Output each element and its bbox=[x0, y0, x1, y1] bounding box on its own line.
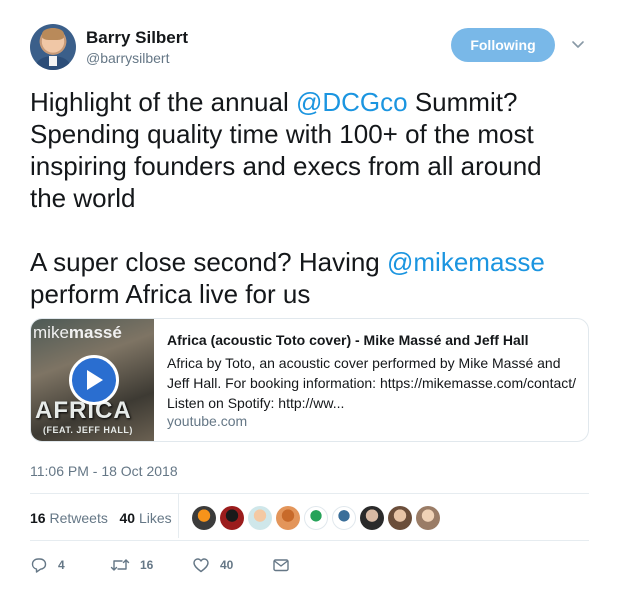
divider-bottom bbox=[30, 540, 589, 541]
envelope-icon bbox=[273, 559, 289, 572]
play-triangle-icon bbox=[87, 370, 103, 390]
retweets-stat[interactable]: 16 Retweets bbox=[30, 510, 108, 526]
author-avatar[interactable] bbox=[30, 24, 76, 70]
thumbnail-artist-text: mikemassé bbox=[33, 323, 122, 343]
tweet-text-segment: A super close second? Having bbox=[30, 247, 387, 277]
avatar-collar bbox=[49, 56, 57, 66]
like-action[interactable]: 40 bbox=[192, 555, 233, 575]
tweet-timestamp[interactable]: 11:06 PM - 18 Oct 2018 bbox=[30, 463, 178, 479]
dark-woman-avatar[interactable] bbox=[360, 506, 384, 530]
tweet-line: A super close second? Having @mikemasse bbox=[30, 246, 600, 278]
following-button[interactable]: Following bbox=[451, 28, 555, 62]
direct-message-action[interactable] bbox=[272, 555, 290, 575]
retweets-count: 16 bbox=[30, 510, 46, 526]
tweet-text-segment: Summit? bbox=[407, 87, 518, 117]
tweet-text-segment: perform Africa live for us bbox=[30, 279, 311, 309]
man-photo-avatar[interactable] bbox=[416, 506, 440, 530]
engagement-stats: 16 Retweets 40 Likes bbox=[30, 510, 172, 526]
avatar-hair bbox=[42, 28, 64, 40]
card-description: Africa by Toto, an acoustic cover perfor… bbox=[167, 355, 577, 411]
line-logo-avatar[interactable] bbox=[332, 506, 356, 530]
tweet-text-segment: the world bbox=[30, 183, 136, 213]
likes-stat[interactable]: 40 Likes bbox=[120, 510, 172, 526]
likes-count: 40 bbox=[119, 510, 136, 526]
thumbnail-artist-last: massé bbox=[68, 323, 122, 342]
green-star-avatar[interactable] bbox=[304, 506, 328, 530]
play-icon[interactable] bbox=[69, 355, 119, 405]
cartoon-girl-avatar[interactable] bbox=[248, 506, 272, 530]
card-title[interactable]: Africa (acoustic Toto cover) - Mike Mass… bbox=[167, 332, 529, 348]
tweet-line: Spending quality time with 100+ of the m… bbox=[30, 118, 600, 150]
tweet-text-segment: Highlight of the annual bbox=[30, 87, 296, 117]
tweet-text-segment: inspiring founders and execs from all ar… bbox=[30, 151, 542, 181]
orange-emblem-avatar[interactable] bbox=[276, 506, 300, 530]
divider-top bbox=[30, 493, 589, 494]
author-name[interactable]: Barry Silbert bbox=[86, 28, 188, 48]
mention-link[interactable]: @mikemasse bbox=[387, 247, 545, 277]
video-thumbnail[interactable]: mikemassé AFRICA (FEAT. JEFF HALL) bbox=[31, 319, 154, 441]
stats-separator bbox=[178, 494, 179, 538]
tweet-header: Barry Silbert @barrysilbert Following bbox=[30, 22, 590, 72]
retweets-label: Retweets bbox=[49, 510, 108, 526]
tweet-line: Highlight of the annual @DCGco Summit? bbox=[30, 86, 600, 118]
man-brown-avatar[interactable] bbox=[388, 506, 412, 530]
heart-icon bbox=[193, 558, 209, 573]
reply-action[interactable]: 4 bbox=[30, 555, 65, 575]
red-dark-avatar[interactable] bbox=[220, 506, 244, 530]
tweet-actions: 4 16 40 bbox=[30, 555, 330, 575]
tweet-line: the world bbox=[30, 182, 600, 214]
tweet-line: perform Africa live for us bbox=[30, 278, 600, 310]
retweet-icon bbox=[110, 559, 130, 571]
card-domain: youtube.com bbox=[167, 413, 248, 429]
thumbnail-artist-first: mike bbox=[33, 323, 69, 342]
chevron-down-icon[interactable] bbox=[570, 36, 586, 52]
mention-link[interactable]: @DCGco bbox=[296, 87, 408, 117]
author-handle[interactable]: @barrysilbert bbox=[86, 50, 169, 66]
bitcoin-avatar[interactable] bbox=[192, 506, 216, 530]
tweet-text: Highlight of the annual @DCGco Summit? Sp… bbox=[30, 86, 600, 310]
likes-label: Likes bbox=[138, 510, 172, 526]
like-count: 40 bbox=[220, 558, 234, 572]
tweet-line: inspiring founders and execs from all ar… bbox=[30, 150, 600, 182]
link-card[interactable]: mikemassé AFRICA (FEAT. JEFF HALL) Afric… bbox=[30, 318, 589, 442]
tweet-text-segment: Spending quality time with 100+ of the m… bbox=[30, 119, 534, 149]
retweet-action[interactable]: 16 bbox=[110, 555, 153, 575]
reply-icon bbox=[31, 558, 47, 573]
retweet-count: 16 bbox=[140, 558, 154, 572]
reply-count: 4 bbox=[58, 558, 65, 572]
thumbnail-feat-text: (FEAT. JEFF HALL) bbox=[43, 425, 133, 435]
